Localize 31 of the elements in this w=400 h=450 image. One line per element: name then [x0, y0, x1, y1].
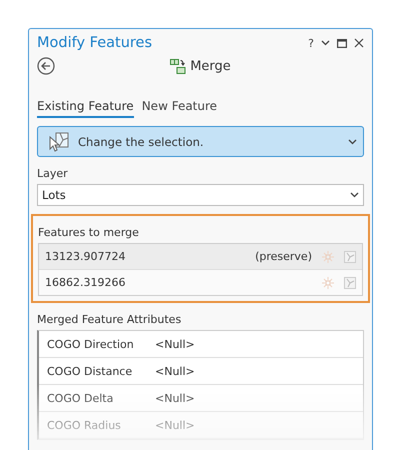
panel-title: Modify Features	[37, 35, 152, 51]
attribute-value[interactable]: <Null>	[155, 338, 195, 350]
zoom-to-icon[interactable]	[344, 250, 356, 262]
close-icon[interactable]	[354, 38, 364, 48]
layer-dropdown[interactable]: Lots	[37, 184, 364, 206]
tab[interactable]: Existing Feature	[37, 99, 134, 118]
attributes-label: Merged Feature Attributes	[37, 313, 182, 326]
chevron-down-icon	[321, 40, 330, 46]
feature-row[interactable]: 16862.319266	[39, 270, 362, 295]
attribute-name: COGO Direction	[47, 338, 135, 350]
zoom-to-icon[interactable]	[344, 276, 356, 288]
maximize-icon[interactable]	[337, 38, 347, 48]
change-selection-button[interactable]: Change the selection.	[37, 126, 364, 157]
merge-icon	[170, 58, 186, 74]
select-cursor-icon	[48, 132, 70, 152]
feature-row[interactable]: 13123.907724 (preserve)	[39, 244, 362, 270]
attribute-name: COGO Radius	[47, 418, 122, 432]
chevron-down-icon	[350, 192, 359, 198]
attribute-name: COGO Delta	[47, 392, 114, 404]
attribute-value[interactable]: <Null>	[155, 364, 195, 378]
back-icon[interactable]	[37, 57, 55, 75]
layer-label: Layer	[37, 167, 69, 180]
attribute-value[interactable]: <Null>	[155, 392, 195, 404]
attribute-name: COGO Distance	[47, 364, 134, 378]
help-button[interactable]: ?	[308, 36, 314, 50]
tab[interactable]: New Feature	[142, 99, 218, 118]
tool-title: Merge	[190, 58, 231, 74]
chevron-down-icon	[348, 138, 357, 144]
features-label: Features to merge	[38, 226, 140, 239]
flash-icon[interactable]	[322, 276, 334, 288]
flash-icon[interactable]	[322, 250, 334, 262]
